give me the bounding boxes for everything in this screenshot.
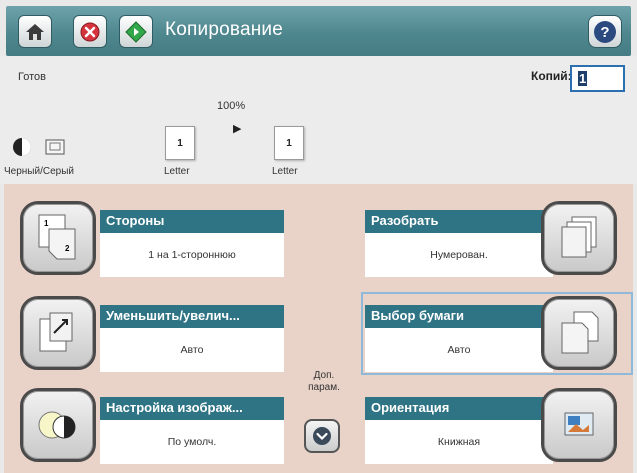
collate-button[interactable] [541,201,617,275]
image-adjust-option[interactable]: Настройка изображ... По умолч. [4,386,294,465]
source-page-number: 1 [177,138,183,149]
copy-options-area: 1 2 Стороны 1 на 1-стороннюю Уменьшить/у… [4,184,633,473]
help-icon: ? [594,20,616,43]
svg-text:2: 2 [65,244,70,253]
copies-label: Копий: [531,69,572,83]
color-mode-icon [13,138,65,156]
home-button[interactable] [18,15,52,48]
status-area: Готов Копий: 1 100% ▶ 1 1 Letter Letter … [0,56,637,184]
orientation-icon [564,412,594,436]
reduce-enlarge-option[interactable]: Уменьшить/увелич... Авто [4,294,294,373]
sides-button[interactable]: 1 2 [20,201,96,275]
image-adjust-title: Настройка изображ... [100,397,284,420]
home-icon [26,23,44,40]
paper-select-icon [561,311,599,354]
status-text: Готов [18,71,46,83]
collate-title: Разобрать [365,210,553,233]
orientation-value: Книжная [365,420,553,464]
svg-text:?: ? [600,24,609,41]
stop-icon [80,22,100,41]
more-options-label: Доп. парам. [308,370,340,393]
image-adjust-button[interactable] [20,388,96,462]
sides-value: 1 на 1-стороннюю [100,233,284,277]
reduce-enlarge-value: Авто [100,328,284,372]
collate-value: Нумерован. [365,233,553,277]
reduce-enlarge-title: Уменьшить/увелич... [100,305,284,328]
color-mode-label: Черный/Серый [4,166,74,177]
help-button[interactable]: ? [588,15,622,48]
output-paper-label: Letter [272,166,298,177]
sides-title: Стороны [100,210,284,233]
start-copy-button[interactable] [119,15,153,48]
source-paper-label: Letter [164,166,190,177]
source-page-thumbnail: 1 [165,126,195,160]
collate-option[interactable]: Разобрать Нумерован. [365,199,633,278]
orientation-option[interactable]: Ориентация Книжная [365,386,633,465]
paper-select-option[interactable]: Выбор бумаги Авто [365,294,633,373]
orientation-button[interactable] [541,388,617,462]
zoom-level: 100% [217,100,246,112]
collate-icon [561,216,597,258]
start-icon [125,20,147,43]
svg-text:1: 1 [44,219,49,228]
duplex-icon: 1 2 [38,214,76,260]
reduce-enlarge-icon [39,312,73,352]
more-options-button[interactable] [304,419,340,453]
zoom-arrow-icon: ▶ [233,123,242,135]
image-adjust-value: По умолч. [100,420,284,464]
output-page-number: 1 [286,138,292,149]
chevron-down-icon [313,427,331,445]
paper-select-title: Выбор бумаги [365,305,553,328]
reduce-enlarge-button[interactable] [20,296,96,370]
orientation-title: Ориентация [365,397,553,420]
stop-button[interactable] [73,15,107,48]
title-bar: Копирование ? [6,6,631,56]
paper-select-value: Авто [365,328,553,372]
paper-select-button[interactable] [541,296,617,370]
copies-value: 1 [578,71,588,86]
copies-input[interactable]: 1 [570,65,625,92]
output-page-thumbnail: 1 [274,126,304,160]
image-adjust-icon [38,411,76,439]
sides-option[interactable]: 1 2 Стороны 1 на 1-стороннюю [4,199,294,278]
page-title: Копирование [165,19,283,40]
